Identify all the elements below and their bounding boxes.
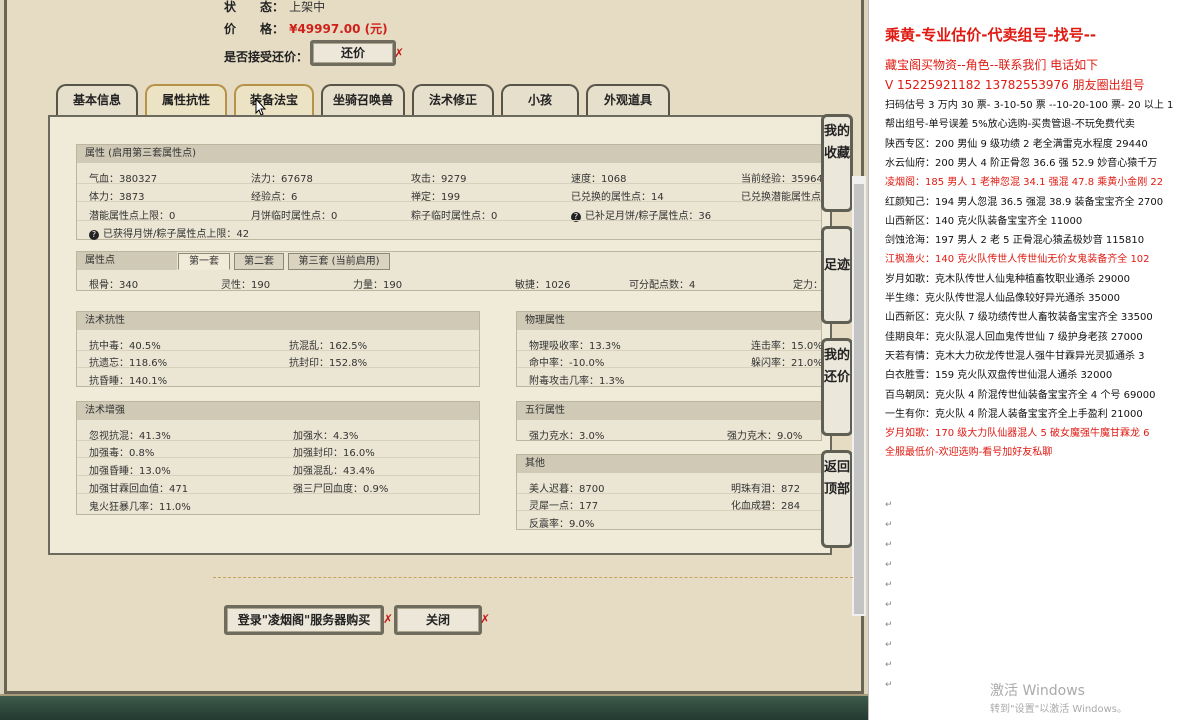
counter-offer-close-icon[interactable]: ✗ — [394, 46, 404, 60]
subtab-set-1[interactable]: 第一套 — [178, 253, 230, 270]
resist-sleep: 抗昏睡：140.1% — [89, 376, 168, 387]
physical-group: 物理属性 物理吸收率：13.3% 连击率：15.0% 命中率：-10.0% 躲闪… — [516, 311, 823, 387]
tab-appearance-items[interactable]: 外观道具 — [586, 84, 670, 116]
doc-line: 帮出组号-单号误差 5%放心选购-买贵管退-不玩免费代卖 — [885, 119, 1135, 131]
help-icon[interactable]: ? — [89, 230, 99, 240]
price-row: 价 格： ¥49997.00 (元) — [224, 18, 388, 37]
tab-spell-correction[interactable]: 法术修正 — [412, 84, 494, 116]
counter-offer-button[interactable]: 还价 — [310, 40, 396, 66]
price-value: ¥49997.00 (元) — [289, 22, 388, 36]
paragraph-mark-icon: ↵ — [885, 660, 893, 670]
paragraph-mark-icon: ↵ — [885, 640, 893, 650]
element-group: 五行属性 强力克水：3.0% 强力克木：9.0% — [516, 401, 822, 442]
doc-line: 佳期良年：克火队混人回血鬼传世仙 7 级护身老孩 27000 — [885, 331, 1143, 343]
windows-activation-subtitle: 转到"设置"以激活 Windows。 — [990, 704, 1128, 715]
points-spirit: 灵性：190 — [221, 280, 271, 291]
paragraph-mark-icon: ↵ — [885, 560, 893, 570]
doc-line: 藏宝阁买物资--角色--联系我们 电话如下 — [885, 58, 1099, 72]
divider — [213, 577, 853, 578]
tab-mount-summon[interactable]: 坐骑召唤兽 — [321, 84, 405, 116]
price-label: 价 格： — [224, 22, 285, 36]
subtab-set-2[interactable]: 第二套 — [234, 253, 284, 270]
scrollbar[interactable] — [852, 176, 866, 616]
status-row: 状 态： 上架中 — [224, 0, 325, 15]
tab-child[interactable]: 小孩 — [501, 84, 579, 116]
side-button-my-offers[interactable]: 我的还价 — [821, 338, 853, 436]
doc-line: 一生有你：克火队 4 阶混人装备宝宝齐全上手盈利 21000 — [885, 408, 1143, 420]
doc-line: 山西新区：克火队 7 级功绩传世人畜牧装备宝宝齐全 33500 — [885, 312, 1153, 324]
status-label: 状 态： — [224, 0, 285, 14]
tab-equipment-treasure[interactable]: 装备法宝 — [234, 84, 314, 116]
enh-ghostfire: 鬼火狂暴几率：11.0% — [89, 502, 191, 513]
tab-attributes-resistance[interactable]: 属性抗性 — [145, 84, 227, 116]
windows-activation-title: 激活 Windows — [990, 683, 1085, 699]
doc-line: 山西新区：140 克火队装备宝宝齐全 11000 — [885, 215, 1083, 227]
doc-line: 剑蚀沧海：197 男人 2 老 5 正骨混心猿孟极妙音 115810 — [885, 235, 1145, 247]
physical-title: 物理属性 — [517, 312, 821, 330]
trade-window: 状 态： 上架中 价 格： ¥49997.00 (元) 是否接受还价： 还价 ✗… — [0, 0, 868, 720]
status-value: 上架中 — [289, 0, 326, 14]
points-allocatable: 可分配点数：4 — [629, 280, 696, 291]
login-buy-close-icon[interactable]: ✗ — [383, 612, 393, 626]
spell-enhance-group: 法术增强 忽视抗混：41.3% 加强水：4.3% 加强毒：0.8% 加强封印：1… — [76, 401, 480, 515]
doc-line: 红颜知己：194 男人忽混 36.5 强混 38.9 装备宝宝齐全 2700 — [885, 196, 1164, 208]
game-bottom-bar — [0, 694, 868, 720]
doc-line: 水云仙府：200 男人 4 阶正骨忽 36.6 强 52.9 妙音心猿千万 — [885, 157, 1158, 169]
doc-title: 乘黄-专业估价-代卖组号-找号-- — [885, 26, 1097, 44]
mouse-cursor-icon — [255, 98, 266, 116]
subtab-set-3[interactable]: 第三套 (当前启用) — [288, 253, 390, 270]
other-counter: 反震率：9.0% — [529, 519, 595, 530]
doc-line: 凌烟阁：185 男人 1 老神忽混 34.1 强混 47.8 乘黄小金刚 22 — [885, 177, 1164, 189]
spell-enhance-title: 法术增强 — [77, 402, 479, 420]
doc-line: 半生缘：克火队传世混人仙品像较好异光通杀 35000 — [885, 293, 1120, 304]
paragraph-mark-icon: ↵ — [885, 540, 893, 550]
points-agility: 敏捷：1026 — [515, 280, 571, 291]
doc-line: 全服最低价-欢迎选购-看号加好友私聊 — [885, 447, 1053, 459]
attribute-group: 属性 (启用第三套属性点) 气血：380327 法力：67678 攻击：9279… — [76, 144, 823, 240]
attr-obtained-cap: ? 已获得月饼/粽子属性点上限：42 — [89, 225, 249, 240]
scrollbar-thumb[interactable] — [854, 184, 864, 614]
paragraph-mark-icon: ↵ — [885, 680, 893, 690]
points-constitution: 根骨：340 — [89, 280, 139, 291]
paragraph-mark-icon: ↵ — [885, 520, 893, 530]
spell-resistance-title: 法术抗性 — [77, 312, 479, 330]
doc-line: 扫码估号 3 万内 30 票- 3-10-50 票 --10-20-100 票-… — [885, 100, 1174, 111]
counter-offer-row: 是否接受还价： — [224, 46, 308, 65]
elem-wood: 强力克木：9.0% — [727, 431, 803, 442]
doc-line: V 15225921182 13782553976 朋友圈出组号 — [885, 78, 1145, 92]
doc-line: 百鸟朝凤：克火队 4 阶混传世仙装备宝宝齐全 4 个号 69000 — [885, 389, 1156, 401]
element-title: 五行属性 — [517, 402, 821, 420]
text-document: 乘黄-专业估价-代卖组号-找号-- 藏宝阁买物资--角色--联系我们 电话如下 V… — [868, 0, 1188, 720]
login-buy-button[interactable]: 登录"凌烟阁"服务器购买 — [224, 605, 384, 635]
spell-resistance-group: 法术抗性 抗中毒：40.5% 抗混乱：162.5% 抗遗忘：118.6% 抗封印… — [76, 311, 480, 387]
other-title: 其他 — [517, 455, 821, 473]
counter-offer-label: 是否接受还价： — [224, 50, 309, 64]
doc-line: 岁月如歌：克木队传世人仙鬼种植畜牧职业通杀 29000 — [885, 273, 1130, 285]
doc-line: 岁月如歌：170 级大力队仙器混人 5 破女魔强牛魔甘霖龙 6 — [885, 428, 1150, 440]
paragraph-mark-icon: ↵ — [885, 620, 893, 630]
doc-line: 江枫渔火：140 克火队传世人传世仙无价女鬼装备齐全 102 — [885, 254, 1150, 266]
doc-line: 陕西专区：200 男仙 9 级功绩 2 老全满雷克水程度 29440 — [885, 138, 1148, 150]
elem-water: 强力克水：3.0% — [529, 431, 605, 442]
doc-line: 白衣胜雪：159 克火队双盘传世仙混人通杀 32000 — [885, 370, 1113, 382]
doc-line: 天若有情：克木大力砍龙传世混人强牛甘霖异光灵狐通杀 3 — [885, 350, 1145, 362]
phys-poison-attack: 附毒攻击几率：1.3% — [529, 376, 625, 387]
tab-basic-info[interactable]: 基本信息 — [56, 84, 138, 116]
side-button-favorites[interactable]: 我的收藏 — [821, 114, 853, 212]
points-strength: 力量：190 — [353, 280, 403, 291]
paragraph-mark-icon: ↵ — [885, 600, 893, 610]
paragraph-mark-icon: ↵ — [885, 580, 893, 590]
paragraph-mark-icon: ↵ — [885, 500, 893, 510]
side-button-footprint[interactable]: 足迹 — [821, 226, 853, 324]
close-button[interactable]: 关闭 — [394, 605, 482, 635]
close-button-icon[interactable]: ✗ — [480, 612, 490, 626]
side-button-back-to-top[interactable]: 返回顶部 — [821, 450, 853, 548]
points-endurance: 定力： — [793, 280, 823, 291]
attributes-panel: 属性 (启用第三套属性点) 气血：380327 法力：67678 攻击：9279… — [48, 115, 832, 555]
attribute-points-title: 属性点 — [77, 252, 177, 270]
attribute-group-title: 属性 (启用第三套属性点) — [77, 145, 821, 163]
other-group: 其他 美人迟暮：8700 明珠有泪：872 灵犀一点：177 化血成碧：284 … — [516, 454, 822, 530]
